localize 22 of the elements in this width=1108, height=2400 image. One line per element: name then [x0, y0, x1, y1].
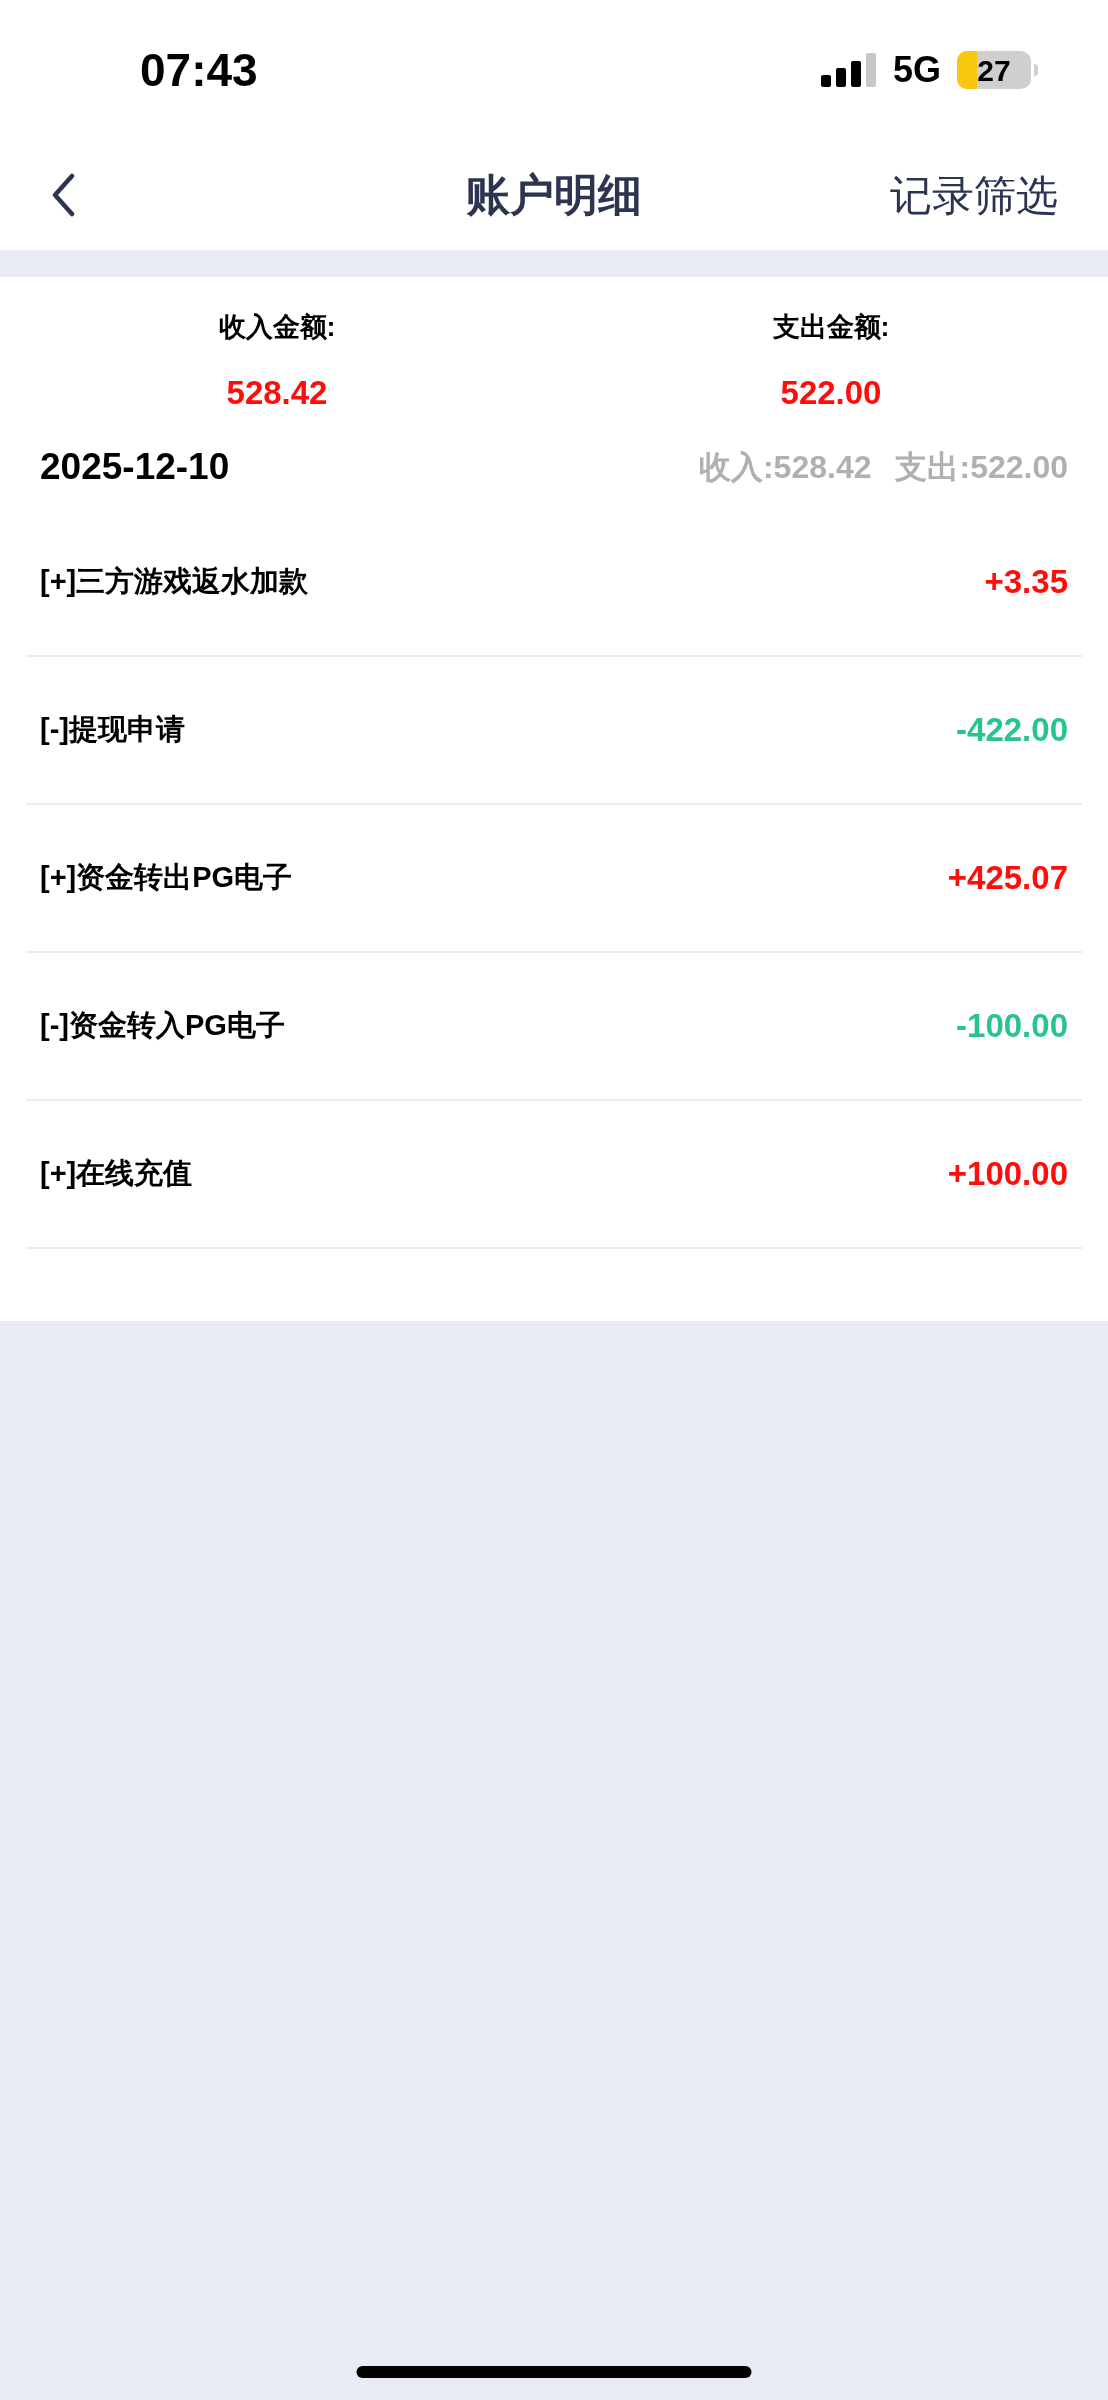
network-label: 5G: [892, 48, 941, 92]
summary-label: 收入金额:: [218, 311, 336, 344]
day-expense: 支出:522.00: [895, 447, 1068, 487]
record-amount: +3.35: [984, 561, 1068, 602]
summary-amount: 522.00: [780, 372, 882, 413]
record-title: [+]三方游戏返水加款: [40, 563, 309, 599]
filter-link[interactable]: 记录筛选: [890, 163, 1058, 227]
date-label: 2025-12-10: [40, 445, 230, 489]
signal-icon: [820, 53, 877, 87]
page-title: 账户明细: [466, 169, 642, 221]
record-amount: -422.00: [956, 709, 1068, 750]
record-title: [+]在线充值: [40, 1155, 193, 1191]
record-title: [+]资金转出PG电子: [40, 859, 293, 895]
record-amount: +100.00: [947, 1153, 1068, 1194]
record-title: [-]提现申请: [40, 711, 185, 747]
status-time: 07:43: [140, 42, 258, 98]
summary-label: 支出金额:: [772, 311, 890, 344]
summary-amount: 528.42: [226, 372, 328, 413]
record-title: [-]资金转入PG电子: [40, 1007, 285, 1043]
record-amount: +425.07: [947, 857, 1068, 898]
record-amount: -100.00: [956, 1005, 1068, 1046]
day-income: 收入:528.42: [698, 447, 872, 487]
